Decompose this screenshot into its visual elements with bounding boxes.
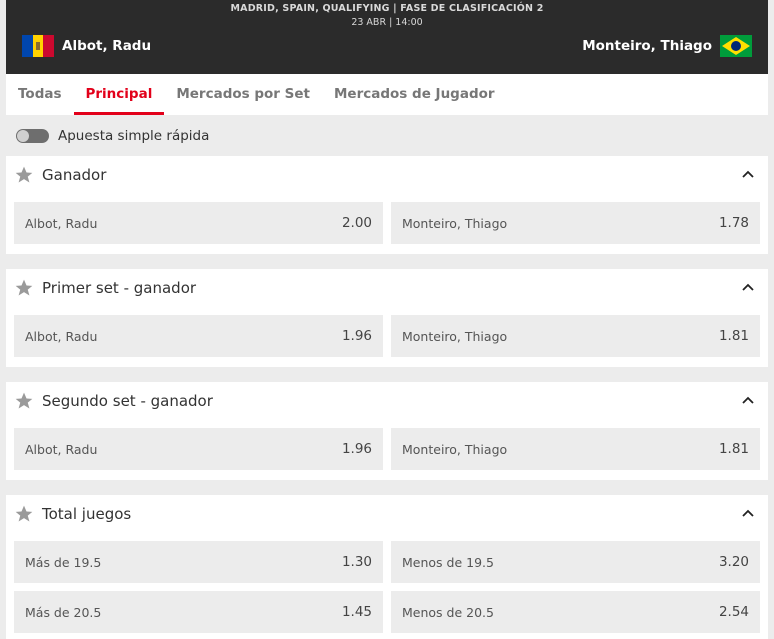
odds-button[interactable]: Albot, Radu 2.00 <box>14 202 383 244</box>
selection-label: Monteiro, Thiago <box>402 328 508 344</box>
market-segundo-set-ganador: Segundo set - ganador Albot, Radu 1.96 Mo… <box>6 382 768 480</box>
selection-label: Más de 19.5 <box>25 554 102 570</box>
quick-bet: Apuesta simple rápida <box>16 128 209 144</box>
market-header[interactable]: Ganador <box>6 156 768 194</box>
chevron-up-icon[interactable] <box>742 170 754 178</box>
market-title: Primer set - ganador <box>42 279 197 297</box>
odds-value: 1.78 <box>718 215 749 231</box>
odds-value: 2.00 <box>341 215 372 231</box>
odds-button[interactable]: Monteiro, Thiago 1.81 <box>391 428 760 470</box>
odds-button[interactable]: Monteiro, Thiago 1.81 <box>391 315 760 357</box>
tab-principal[interactable]: Principal <box>73 74 165 115</box>
brazil-flag-icon <box>720 35 752 57</box>
market-tabs: Todas Principal Mercados por Set Mercado… <box>6 74 768 115</box>
tab-todas[interactable]: Todas <box>6 74 74 115</box>
competition-info: MADRID, SPAIN, QUALIFYING | FASE DE CLAS… <box>230 3 544 14</box>
tab-mercados-de-jugador[interactable]: Mercados de Jugador <box>322 74 507 115</box>
market-title: Ganador <box>42 166 107 184</box>
odds-row: Albot, Radu 1.96 Monteiro, Thiago 1.81 <box>6 315 768 357</box>
star-icon[interactable] <box>14 278 34 298</box>
away-team-name: Monteiro, Thiago <box>582 38 712 54</box>
odds-value: 2.54 <box>718 604 749 620</box>
market-total-juegos: Total juegos Más de 19.5 1.30 Menos de 19… <box>6 495 768 639</box>
home-team: Albot, Radu <box>22 35 151 57</box>
market-title: Segundo set - ganador <box>42 392 213 410</box>
odds-button[interactable]: Menos de 19.5 3.20 <box>391 541 760 583</box>
market-header[interactable]: Total juegos <box>6 495 768 533</box>
odds-value: 1.96 <box>341 441 372 457</box>
star-icon[interactable] <box>14 391 34 411</box>
odds-value: 1.96 <box>341 328 372 344</box>
odds-value: 1.81 <box>718 328 749 344</box>
home-team-name: Albot, Radu <box>62 38 152 54</box>
selection-label: Menos de 19.5 <box>402 554 494 570</box>
odds-row: Albot, Radu 1.96 Monteiro, Thiago 1.81 <box>6 428 768 470</box>
quick-bet-label: Apuesta simple rápida <box>58 128 210 144</box>
odds-row: Más de 19.5 1.30 Menos de 19.5 3.20 <box>6 541 768 583</box>
market-header[interactable]: Primer set - ganador <box>6 269 768 307</box>
odds-value: 1.45 <box>341 604 372 620</box>
odds-row: Albot, Radu 2.00 Monteiro, Thiago 1.78 <box>6 202 768 244</box>
tab-mercados-por-set[interactable]: Mercados por Set <box>164 74 322 115</box>
selection-label: Monteiro, Thiago <box>402 215 508 231</box>
selection-label: Monteiro, Thiago <box>402 441 508 457</box>
quick-bet-toggle[interactable] <box>16 129 49 143</box>
star-icon[interactable] <box>14 504 34 524</box>
away-team: Monteiro, Thiago <box>582 35 752 57</box>
market-primer-set-ganador: Primer set - ganador Albot, Radu 1.96 Mon… <box>6 269 768 367</box>
star-icon[interactable] <box>14 165 34 185</box>
odds-value: 1.81 <box>718 441 749 457</box>
match-header: MADRID, SPAIN, QUALIFYING | FASE DE CLAS… <box>6 0 768 74</box>
odds-button[interactable]: Más de 20.5 1.45 <box>14 591 383 633</box>
selection-label: Más de 20.5 <box>25 604 102 620</box>
selection-label: Menos de 20.5 <box>402 604 494 620</box>
market-header[interactable]: Segundo set - ganador <box>6 382 768 420</box>
odds-value: 1.30 <box>341 554 372 570</box>
selection-label: Albot, Radu <box>25 441 98 457</box>
chevron-up-icon[interactable] <box>742 283 754 291</box>
odds-button[interactable]: Albot, Radu 1.96 <box>14 428 383 470</box>
odds-button[interactable]: Monteiro, Thiago 1.78 <box>391 202 760 244</box>
odds-button[interactable]: Menos de 20.5 2.54 <box>391 591 760 633</box>
moldova-flag-icon <box>22 35 54 57</box>
chevron-up-icon[interactable] <box>742 509 754 517</box>
odds-button[interactable]: Más de 19.5 1.30 <box>14 541 383 583</box>
match-date: 23 ABR | 14:00 <box>351 17 423 28</box>
selection-label: Albot, Radu <box>25 215 98 231</box>
chevron-up-icon[interactable] <box>742 396 754 404</box>
market-ganador: Ganador Albot, Radu 2.00 Monteiro, Thiago… <box>6 156 768 254</box>
odds-row: Más de 20.5 1.45 Menos de 20.5 2.54 <box>6 591 768 633</box>
market-title: Total juegos <box>42 505 132 523</box>
selection-label: Albot, Radu <box>25 328 98 344</box>
odds-value: 3.20 <box>718 554 749 570</box>
odds-button[interactable]: Albot, Radu 1.96 <box>14 315 383 357</box>
